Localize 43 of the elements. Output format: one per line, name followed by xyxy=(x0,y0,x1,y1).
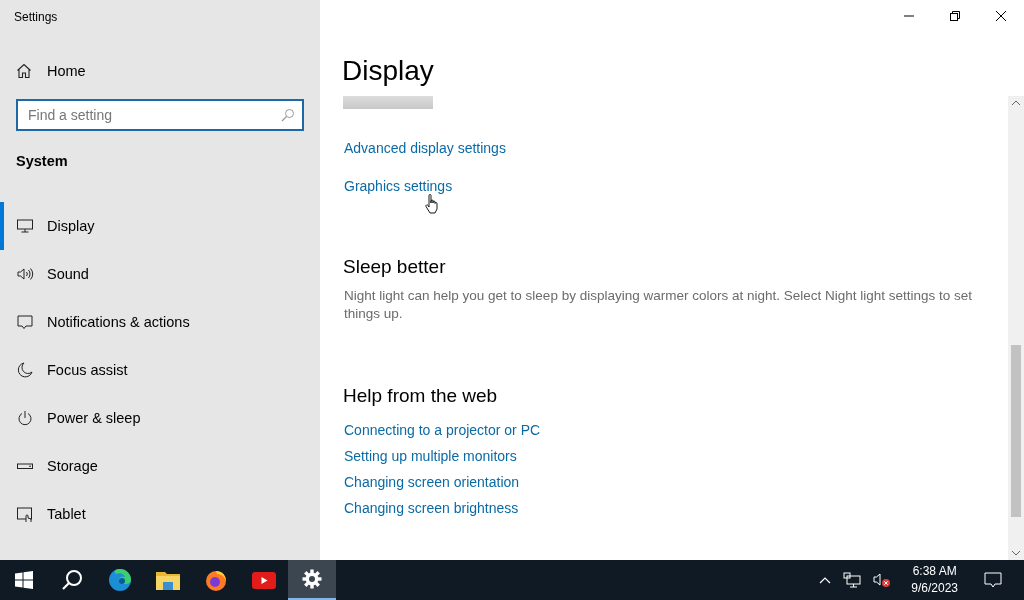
description-text: Night light can help you get to sleep by displaying warmer colors at night. Select Night light settings to set things up. xyxy=(344,287,974,323)
monitor-icon xyxy=(16,217,34,235)
tablet-icon xyxy=(16,505,34,523)
date-text: 9/6/2023 xyxy=(911,580,958,597)
start-icon[interactable] xyxy=(15,571,33,589)
time-text: 6:38 AM xyxy=(912,563,957,580)
close-icon[interactable] xyxy=(996,11,1006,21)
speaker-icon xyxy=(16,265,34,283)
nav-item[interactable]: Notifications & actions xyxy=(0,298,320,346)
speech-bubble-icon xyxy=(16,313,34,331)
clock[interactable]: 6:38 AM 9/6/2023 xyxy=(911,563,958,597)
moon-icon xyxy=(16,361,34,379)
search-icon xyxy=(281,108,295,122)
settings-link[interactable]: Graphics settings xyxy=(344,178,453,194)
nav-item[interactable]: Power & sleep xyxy=(0,394,320,442)
muted-speaker-icon[interactable] xyxy=(873,572,892,588)
gear-icon[interactable] xyxy=(288,560,336,600)
nav-item[interactable]: Storage xyxy=(0,442,320,490)
section-heading: Sleep better xyxy=(343,256,447,278)
settings-link[interactable]: Advanced display settings xyxy=(344,140,506,156)
caret-icon[interactable] xyxy=(819,576,832,584)
window-title: Settings xyxy=(13,9,59,26)
section-heading: Help from the web xyxy=(343,385,499,407)
search-icon[interactable] xyxy=(61,569,83,591)
scroll-thumb[interactable] xyxy=(1011,345,1021,517)
section-heading: System xyxy=(16,153,69,169)
nav-item[interactable]: Tablet xyxy=(0,490,320,538)
help-link[interactable]: Connecting to a projector or PC xyxy=(344,422,541,438)
home-icon xyxy=(16,63,32,79)
network-icon[interactable] xyxy=(843,572,862,588)
search-field[interactable]: Find a setting xyxy=(16,99,304,131)
nav-item[interactable]: Focus assist xyxy=(0,346,320,394)
power-icon xyxy=(16,409,34,427)
help-link[interactable]: Changing screen orientation xyxy=(344,474,520,490)
home-link[interactable]: Home xyxy=(16,63,86,79)
hand-pointer-icon xyxy=(425,194,439,214)
scrollbar[interactable] xyxy=(1008,96,1024,560)
restore-icon[interactable] xyxy=(950,11,960,21)
help-link[interactable]: Setting up multiple monitors xyxy=(344,448,517,464)
help-link[interactable]: Changing screen brightness xyxy=(344,500,519,516)
page-title: Display xyxy=(342,55,434,87)
notifications-icon[interactable] xyxy=(984,572,1002,588)
nav-item[interactable]: Sound xyxy=(0,250,320,298)
